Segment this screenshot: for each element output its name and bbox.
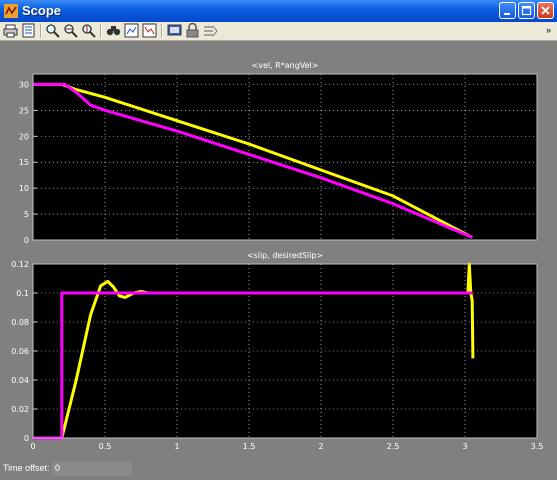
y-tick-label: 0 [24, 236, 29, 245]
lock-axes-icon[interactable] [185, 23, 200, 38]
toolbar-separator [100, 24, 102, 38]
maximize-button[interactable] [518, 2, 535, 19]
toolbar: » [0, 22, 557, 41]
y-tick-label: 0.08 [11, 318, 29, 327]
zoom-x-icon[interactable] [63, 23, 78, 38]
minimize-button[interactable] [499, 2, 516, 19]
y-tick-label: 20 [19, 132, 29, 141]
close-button[interactable] [537, 2, 554, 19]
close-icon [541, 6, 550, 15]
save-axes-icon[interactable] [124, 23, 139, 38]
time-offset-box [52, 462, 132, 476]
plot-title: <slip, desiredSlip> [247, 251, 323, 260]
y-tick-label: 25 [19, 106, 29, 115]
scope-window: Scope » <vel, R*angVel> 0 5 10 15 20 25 … [0, 0, 557, 480]
y-tick-label: 5 [24, 210, 29, 219]
x-tick-label: 3 [462, 442, 467, 451]
time-offset-label: Time offset: [3, 463, 50, 473]
y-tick-label: 0 [24, 434, 29, 443]
y-tick-label: 30 [19, 80, 29, 89]
signal-selection-icon[interactable] [203, 23, 218, 38]
x-tick-label: 0.5 [99, 442, 112, 451]
y-tick-label: 0.06 [11, 347, 29, 356]
x-tick-label: 0 [30, 442, 35, 451]
scope-plots: <vel, R*angVel>051015202530<slip, desire… [11, 61, 544, 451]
toolbar-separator [161, 24, 163, 38]
x-tick-label: 1.5 [243, 442, 256, 451]
minimize-icon [504, 13, 510, 15]
plot-title: <vel, R*angVel> [252, 61, 319, 70]
y-tick-label: 15 [19, 158, 29, 167]
title-bar[interactable]: Scope [0, 0, 557, 23]
toolbar-overflow-button[interactable]: » [546, 25, 551, 35]
zoom-y-icon[interactable] [81, 23, 96, 38]
y-tick-label: 0.1 [16, 289, 29, 298]
zoom-icon[interactable] [45, 23, 60, 38]
x-tick-label: 2 [318, 442, 323, 451]
parameters-icon[interactable] [21, 23, 36, 38]
restore-axes-icon[interactable] [142, 23, 157, 38]
x-tick-label: 3.5 [531, 442, 544, 451]
y-tick-label: 0.04 [11, 376, 29, 385]
x-tick-label: 1 [174, 442, 179, 451]
floating-scope-icon[interactable] [167, 23, 182, 38]
print-icon[interactable] [3, 23, 18, 38]
scope-app-icon [4, 4, 18, 18]
plot-area: <vel, R*angVel> 0 5 10 15 20 25 30 <slip, desire… [0, 41, 557, 461]
y-tick-label: 0.02 [11, 405, 29, 414]
maximize-icon [521, 5, 532, 16]
window-title: Scope [22, 3, 62, 18]
y-tick-label: 10 [19, 184, 29, 193]
x-tick-label: 2.5 [387, 442, 400, 451]
status-bar: Time offset: 0 [0, 461, 557, 480]
autoscale-icon[interactable] [106, 23, 121, 38]
y-tick-label: 0.12 [11, 260, 29, 269]
toolbar-separator [40, 24, 42, 38]
time-offset-value: 0 [55, 463, 61, 473]
